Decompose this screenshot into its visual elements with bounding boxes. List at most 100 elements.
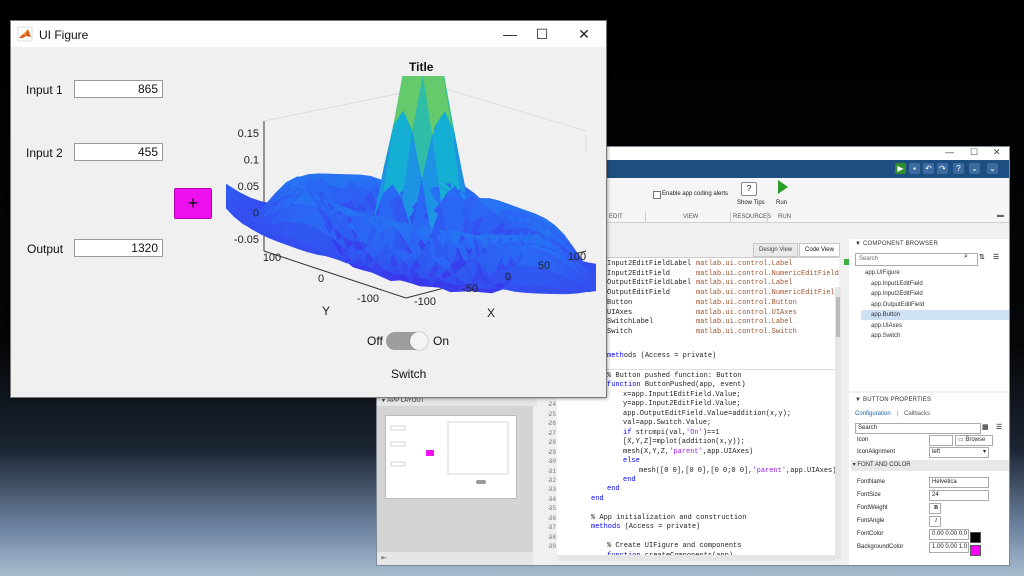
list-view-icon-2[interactable]: ☰ (996, 423, 1002, 431)
component-tree-item[interactable]: app.UIAxes (861, 321, 1009, 331)
ribbon-group-resources: RESOURCES (733, 214, 772, 220)
tab-configuration[interactable]: Configuration (855, 411, 891, 417)
property-type: matlab.ui.control.UIAxes (696, 308, 797, 317)
redo-icon[interactable]: ↷ (937, 163, 948, 174)
x-tick-label: -100 (414, 296, 436, 308)
line-marker: - (547, 429, 551, 437)
tab-code-view[interactable]: Code View (799, 243, 840, 257)
maximize-button[interactable]: ☐ (529, 23, 555, 45)
icon-property-field[interactable] (929, 435, 953, 446)
property-value[interactable]: 1.00 0.00 1.0 (929, 542, 969, 553)
scroll-left-icon[interactable]: ⇤ (381, 554, 387, 562)
show-tips-button[interactable]: ? (741, 182, 757, 196)
minimize-icon[interactable]: — (945, 147, 954, 157)
run-button[interactable] (778, 180, 788, 194)
property-name: Button (607, 298, 633, 307)
app-layout-header[interactable]: ▼ APP LAYOUT (377, 397, 537, 406)
app-layout-thumbnail[interactable] (385, 415, 517, 499)
property-label: FontAngle (857, 518, 885, 524)
component-tree-item[interactable]: app.Switch (861, 331, 1009, 341)
line-marker: - (547, 524, 551, 532)
alerts-checkbox-label: Enable app coding alerts (662, 191, 729, 197)
output-field[interactable]: 1320 (74, 239, 163, 257)
chevron-down-icon: ▾ (982, 449, 986, 455)
component-browser-header: ▼ COMPONENT BROWSER (855, 241, 938, 247)
ui-figure-titlebar: UI Figure — ☐ ✕ (11, 21, 606, 47)
icon-property-label: Icon (857, 437, 869, 443)
search-icon: ⌕ (964, 253, 968, 260)
button-properties-header: ▼ BUTTON PROPERTIES (855, 397, 932, 403)
close-icon[interactable]: ✕ (993, 147, 1001, 158)
run-quick-icon[interactable]: ▶ (895, 163, 906, 174)
options-icon[interactable]: ⌄ (987, 163, 998, 174)
grid-view-icon[interactable]: ▦ (982, 423, 989, 431)
maximize-icon[interactable]: ☐ (970, 147, 978, 158)
z-tick-label: 0.1 (244, 155, 259, 167)
minimize-button[interactable]: — (497, 23, 523, 45)
matlab-icon (17, 26, 33, 42)
icon-alignment-select[interactable]: left ▾ (929, 447, 989, 458)
list-view-icon[interactable]: ☰ (993, 253, 999, 261)
browse-button[interactable]: ▭ Browse (955, 435, 993, 446)
collapse-ribbon-icon[interactable]: ▬ (997, 212, 1004, 219)
component-tree-item[interactable]: app.Input2EditField (861, 289, 1009, 299)
property-type: matlab.ui.control.NumericEditField (696, 269, 839, 278)
component-tree-item[interactable]: app.Input1EditField (861, 279, 1009, 289)
expand-icon[interactable]: ⌄ (969, 163, 980, 174)
close-button[interactable]: ✕ (571, 23, 597, 45)
property-value[interactable]: B (929, 503, 941, 514)
line-marker: - (547, 505, 551, 513)
keyword: else (623, 457, 640, 466)
mesh-plot[interactable]: 0.15 0.1 0.05 0 -0.05 100 0 -100 -100 -50 0 50 100… (226, 76, 596, 326)
component-search-input[interactable]: Search (855, 253, 978, 266)
keyword: methods (591, 523, 621, 532)
property-name: UIAxes (607, 308, 633, 317)
property-label: BackgroundColor (857, 544, 904, 550)
line-marker: - (547, 476, 551, 484)
input1-field[interactable]: 865 (74, 80, 163, 98)
add-button[interactable]: + (174, 188, 212, 219)
component-tree-item[interactable]: app.Button (861, 310, 1009, 320)
x-tick-label: 0 (505, 271, 511, 283)
alerts-checkbox[interactable] (653, 191, 661, 199)
help-icon[interactable]: ? (953, 163, 964, 174)
plot-title: Title (409, 60, 434, 74)
y-tick-label: 100 (263, 252, 281, 264)
code-line: else (623, 457, 640, 465)
keyword: end (607, 485, 620, 494)
tree-view-icon[interactable]: ⇅ (979, 253, 985, 261)
string-literal: 'On' (686, 428, 703, 437)
line-marker: - (547, 533, 551, 541)
undo-icon[interactable]: ↶ (923, 163, 934, 174)
save-icon[interactable]: ▪ (909, 163, 920, 174)
property-value[interactable]: 0.00 0.00 0.0 (929, 529, 969, 540)
property-type: matlab.ui.control.NumericEditField (696, 289, 839, 298)
keyword: end (591, 494, 604, 503)
ribbon-separator (767, 212, 768, 222)
input2-field[interactable]: 455 (74, 143, 163, 161)
tab-callbacks[interactable]: Callbacks (904, 411, 930, 417)
switch-off-label: Off (367, 334, 383, 348)
component-tree-item[interactable]: app.UIFigure (861, 268, 1005, 278)
font-color-swatch[interactable] (970, 532, 981, 543)
property-value[interactable]: 24 (929, 490, 989, 501)
font-and-color-section[interactable]: ▾ FONT AND COLOR (851, 460, 1009, 471)
background-color-swatch[interactable] (970, 545, 981, 556)
component-tree-item[interactable]: app.OutputEditField (861, 300, 1009, 310)
tab-design-view[interactable]: Design View (753, 243, 799, 257)
thumbnail-preview (390, 421, 509, 484)
code-horizontal-scrollbar[interactable] (557, 555, 835, 561)
code-line: % Create UIFigure and components (607, 542, 742, 551)
switch-knob[interactable] (410, 332, 428, 350)
property-value[interactable]: I (929, 516, 941, 527)
property-value[interactable]: Helvetica (929, 477, 989, 488)
line-marker: - (547, 448, 551, 456)
property-label: FontSize (857, 492, 881, 498)
property-type: matlab.ui.control.Switch (696, 327, 797, 336)
code-line: end (607, 485, 620, 493)
ui-figure-window: UI Figure — ☐ ✕ Input 1 865 Input 2 455 … (10, 20, 607, 398)
ribbon-separator (730, 212, 731, 222)
code-vertical-scrollbar[interactable] (835, 287, 841, 559)
property-name: OutputEditFieldLabel (607, 279, 692, 288)
properties-search-input[interactable]: Search (855, 423, 981, 434)
